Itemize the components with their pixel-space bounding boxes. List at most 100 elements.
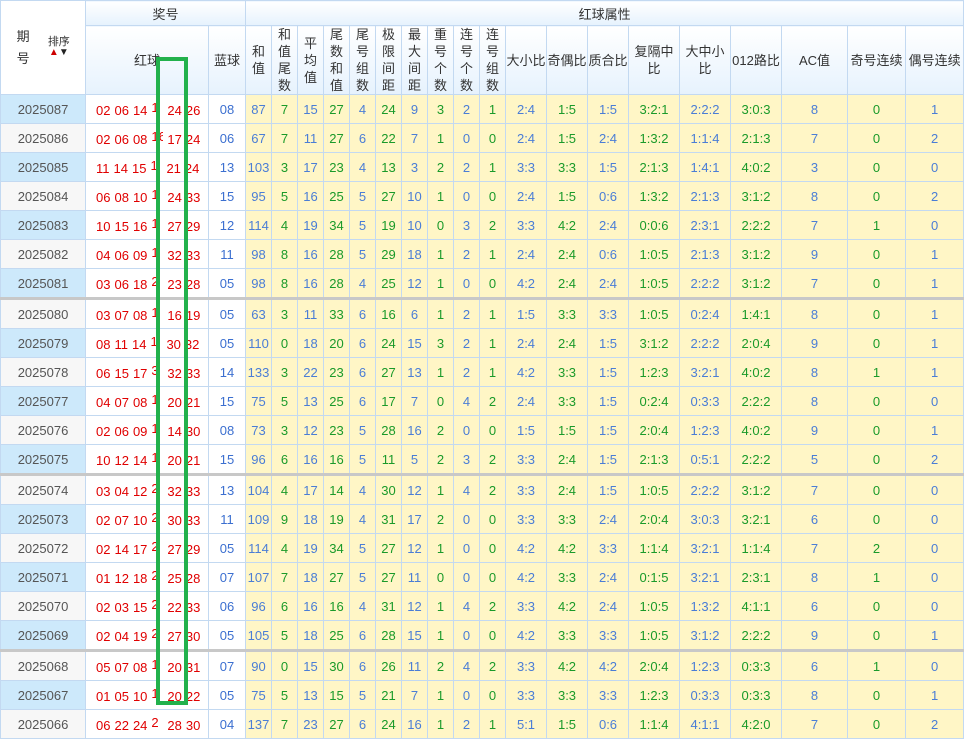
red-ball-number: 18 (132, 277, 148, 292)
attr-cell: 3:2:1 (679, 533, 732, 563)
attr-cell: 3:0:3 (679, 504, 732, 534)
attr-cell: 1:3:2 (628, 181, 681, 211)
table-row[interactable]: 2025074 03 04 12 2 32 33 13 104 4 17 14 4 30 12 1 4 2 3:3 2… (0, 473, 964, 505)
table-row[interactable]: 2025076 02 06 09 1 14 30 08 73 3 12 23 5 28 16 2 0 0 1:5 1:… (0, 415, 964, 445)
attr-cell: 9 (781, 239, 849, 269)
table-row[interactable]: 2025069 02 04 19 2 27 30 05 105 5 18 25 6 28 15 1 0 0 4:2 3… (0, 620, 964, 651)
attr-cell: 1:5 (546, 415, 589, 445)
attr-cell: 0 (453, 268, 481, 299)
attr-cell: 7 (781, 533, 849, 563)
red-ball-number: 24 (185, 132, 201, 147)
red-ball-number: 07 (114, 513, 129, 528)
attr-cell: 3:1:2 (730, 181, 783, 211)
red-ball-number: 28 (185, 571, 201, 586)
red-ball-number: 30 (185, 629, 201, 644)
sort-up-icon[interactable]: ▲ (49, 47, 59, 58)
sort-control[interactable]: 排序 ▲▼ (48, 37, 70, 58)
table-row[interactable]: 2025084 06 08 10 1 24 33 15 95 5 16 25 5 27 10 1 0 0 2:4 1:… (0, 181, 964, 211)
table-row[interactable]: 2025073 02 07 10 2 30 33 11 109 9 18 19 4 31 17 2 0 0 3:3 3… (0, 504, 964, 534)
table-row[interactable]: 2025083 10 15 16 1 27 29 12 114 4 19 34 5 19 10 0 3 2 3:3 4… (0, 210, 964, 240)
red-ball-number: 08 (132, 395, 148, 410)
attr-cell: 1:3:2 (628, 123, 681, 153)
red-ball-number: 30 (185, 424, 201, 439)
period-cell: 2025071 (0, 562, 86, 592)
red-ball-number: 04 (96, 248, 111, 263)
blue-ball-cell: 06 (207, 591, 247, 621)
attr-cell: 3:2:1 (628, 94, 681, 124)
table-row[interactable]: 2025080 03 07 08 1 16 19 05 63 3 11 33 6 16 6 1 2 1 1:5 3:3… (0, 297, 964, 329)
table-row[interactable]: 2025071 01 12 18 2 25 28 07 107 7 18 27 5 27 11 0 0 0 4:2 3… (0, 562, 964, 592)
attr-column-header: 连号个数 (453, 25, 481, 95)
table-row[interactable]: 2025079 08 11 14 1 30 32 05 110 0 18 20 6 24 15 3 2 1 2:4 2… (0, 328, 964, 358)
attr-column-header: 连号组数 (479, 25, 507, 95)
red-ball-number: 1 (151, 657, 159, 672)
attr-cell: 133 (245, 357, 273, 387)
table-row[interactable]: 2025078 06 15 17 3 32 33 14 133 3 22 23 6 27 13 1 2 1 4:2 3… (0, 357, 964, 387)
attr-cell: 2:4 (505, 328, 548, 358)
attr-cell: 0:1:5 (628, 562, 681, 592)
attr-cell: 6 (349, 123, 377, 153)
table-row[interactable]: 2025085 11 14 15 1 21 24 13 103 3 17 23 4 13 3 2 2 1 3:3 3:… (0, 152, 964, 182)
table-row[interactable]: 2025082 04 06 09 1 32 33 11 98 8 16 28 5 29 18 1 2 1 2:4 2:… (0, 239, 964, 269)
attr-cell: 0 (427, 210, 455, 240)
attr-cell: 0 (479, 123, 507, 153)
red-ball-number: 1 (151, 450, 159, 465)
attr-cell: 1 (427, 123, 455, 153)
table-row[interactable]: 202508602060816172406677112762271002:41:… (0, 123, 964, 153)
table-row[interactable]: 2025068 05 07 08 1 20 31 07 90 0 15 30 6 26 11 2 4 2 3:3 4:… (0, 649, 964, 681)
table-row[interactable]: 2025075 10 12 14 1 20 21 15 96 6 16 16 5 11 5 2 3 2 3:3 2:4… (0, 444, 964, 475)
attr-cell: 3:2:1 (679, 357, 732, 387)
red-ball-number: 11 (114, 337, 128, 352)
attr-cell: 3 (781, 152, 849, 182)
red-ball-number: 1 (151, 421, 159, 436)
attr-cell: 2:4 (587, 591, 630, 621)
attr-cell: 3 (271, 152, 299, 182)
table-row[interactable]: 2025070 02 03 15 2 22 33 06 96 6 16 16 4 31 12 1 4 2 3:3 4:… (0, 591, 964, 621)
attr-cell: 2:1:3 (730, 123, 783, 153)
attr-cell: 105 (245, 620, 273, 651)
attr-cell: 0:3:3 (730, 649, 783, 681)
red-ball-number: 23 (167, 277, 182, 292)
table-row[interactable]: 2025066 06 22 24 2 28 30 04 137 7 23 27 6 24 16 1 2 1 5:1 1… (0, 709, 964, 739)
attr-cell: 1 (905, 328, 964, 358)
attr-cell: 6 (781, 591, 849, 621)
attr-cell: 17 (401, 504, 429, 534)
sort-down-icon[interactable]: ▼ (59, 47, 69, 58)
table-row[interactable]: 2025087 02 06 14 1 24 26 08 87 7 15 27 4 24 9 3 2 1 2:4 1:5… (0, 94, 964, 124)
attr-cell: 27 (323, 709, 351, 739)
table-row[interactable]: 2025077 04 07 08 1 20 21 15 75 5 13 25 6 17 7 0 4 2 2:4 3:3… (0, 386, 964, 416)
attr-cell: 8 (781, 357, 849, 387)
attr-cell: 1 (427, 181, 455, 211)
red-ball-number: 22 (167, 600, 182, 615)
red-ball-number: 2 (151, 481, 159, 496)
attr-cell: 5 (349, 181, 377, 211)
red-ball-number: 2 (151, 626, 159, 641)
table-row[interactable]: 2025072 02 14 17 2 27 29 05 114 4 19 34 5 27 12 1 0 0 4:2 4… (0, 533, 964, 563)
attr-cell: 3:3 (505, 152, 548, 182)
attr-cell: 16 (323, 591, 351, 621)
attr-cell: 6 (781, 649, 849, 681)
attr-cell: 1:3:2 (679, 591, 732, 621)
attr-cell: 1 (847, 562, 907, 592)
attr-column-header: 奇偶比 (546, 25, 589, 95)
attr-cell: 0 (847, 504, 907, 534)
red-ball-number: 19 (185, 308, 201, 323)
red-ball-header: 红球 (85, 25, 209, 95)
attr-cell: 2 (905, 123, 964, 153)
attr-cell: 0 (847, 239, 907, 269)
red-ball-number: 1 (150, 158, 158, 173)
attr-cell: 6 (349, 386, 377, 416)
attr-cell: 90 (245, 649, 273, 681)
attr-column-header: 质合比 (587, 25, 630, 95)
attr-cell: 16 (297, 444, 325, 475)
red-ball-number: 14 (114, 542, 129, 557)
attr-cell: 4 (349, 504, 377, 534)
attr-cell: 2 (427, 415, 455, 445)
attr-cell: 2 (479, 386, 507, 416)
attr-cell: 2 (453, 94, 481, 124)
attr-cell: 24 (375, 94, 403, 124)
attr-cell: 2:0:4 (730, 328, 783, 358)
attr-cell: 3:3 (587, 620, 630, 651)
table-row[interactable]: 2025081 03 06 18 2 23 28 05 98 8 16 28 4 25 12 1 0 0 4:2 2:… (0, 268, 964, 299)
red-ball-number: 06 (114, 103, 129, 118)
